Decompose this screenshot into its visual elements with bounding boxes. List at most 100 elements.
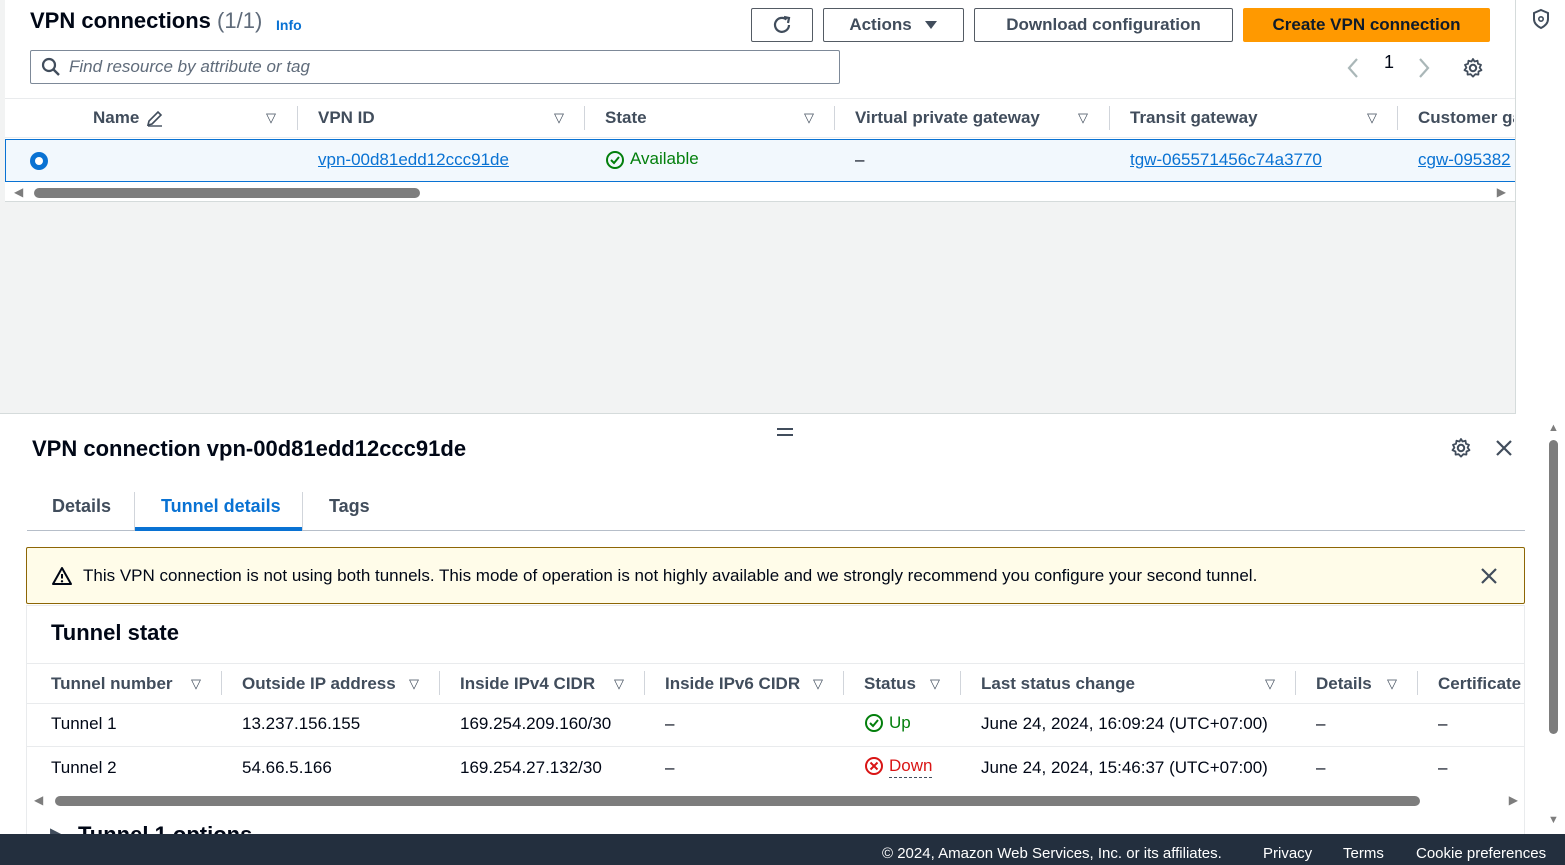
column-header-virtual-private-gateway[interactable]: Virtual private gateway xyxy=(855,108,1040,128)
refresh-icon xyxy=(773,15,791,33)
warning-icon xyxy=(52,567,72,585)
tab-tags[interactable]: Tags xyxy=(329,496,370,517)
column-header-transit-gateway[interactable]: Transit gateway xyxy=(1130,108,1258,128)
column-divider[interactable] xyxy=(584,106,585,130)
scroll-left-icon[interactable]: ◀ xyxy=(14,185,23,199)
scroll-left-icon[interactable]: ◀ xyxy=(34,793,43,807)
scrollbar-thumb[interactable] xyxy=(55,796,1420,806)
panel-settings-gear-icon[interactable] xyxy=(1450,437,1472,459)
state-value: Available xyxy=(630,149,699,168)
detail-panel-title: VPN connection vpn-00d81edd12ccc91de xyxy=(32,436,467,461)
sort-icon[interactable]: ▽ xyxy=(813,676,823,692)
tab-tunnel-details[interactable]: Tunnel details xyxy=(161,496,281,517)
sort-icon[interactable]: ▽ xyxy=(191,676,201,692)
sort-icon[interactable]: ▽ xyxy=(930,676,940,692)
previous-page-icon[interactable] xyxy=(1346,57,1360,79)
scrollbar-thumb[interactable] xyxy=(1549,440,1558,734)
sort-icon[interactable]: ▽ xyxy=(1265,676,1275,692)
tunnel-certificate: – xyxy=(1438,714,1448,733)
column-header-vpn-id[interactable]: VPN ID xyxy=(318,108,375,128)
selection-count: (1/1) xyxy=(217,8,263,33)
column-header-state[interactable]: State xyxy=(605,108,647,128)
page-vertical-scrollbar[interactable]: ▲ ▼ xyxy=(1546,422,1562,832)
sort-icon[interactable]: ▽ xyxy=(804,110,814,126)
inside-ipv4-cidr: 169.254.27.132/30 xyxy=(460,758,602,777)
tunnel-number: Tunnel 1 xyxy=(51,714,117,733)
column-header-tunnel-number[interactable]: Tunnel number xyxy=(51,674,173,694)
column-divider[interactable] xyxy=(843,671,844,695)
actions-label: Actions xyxy=(849,15,912,34)
copyright-text: © 2024, Amazon Web Services, Inc. or its… xyxy=(882,845,1222,862)
tab-divider xyxy=(134,492,135,530)
status-up-icon xyxy=(865,714,883,732)
column-divider[interactable] xyxy=(221,671,222,695)
column-header-details[interactable]: Details xyxy=(1316,674,1372,694)
actions-button[interactable]: Actions xyxy=(823,8,964,42)
sort-icon[interactable]: ▽ xyxy=(1078,110,1088,126)
column-divider[interactable] xyxy=(960,671,961,695)
scroll-up-icon[interactable]: ▲ xyxy=(1548,422,1559,434)
tunnel-details: – xyxy=(1316,758,1326,777)
column-divider[interactable] xyxy=(1397,106,1398,130)
dismiss-alert-icon[interactable] xyxy=(1480,567,1498,585)
scrollbar-thumb[interactable] xyxy=(34,188,420,198)
expand-caret-icon[interactable]: ▶ xyxy=(50,824,64,834)
last-status-change: June 24, 2024, 16:09:24 (UTC+07:00) xyxy=(981,714,1268,733)
sort-icon[interactable]: ▽ xyxy=(409,676,419,692)
column-header-inside-ipv4[interactable]: Inside IPv4 CIDR xyxy=(460,674,595,694)
shield-icon[interactable] xyxy=(1531,8,1551,30)
status-down-icon xyxy=(865,757,883,775)
cookie-preferences-link[interactable]: Cookie preferences xyxy=(1416,845,1546,862)
sort-icon[interactable]: ▽ xyxy=(266,110,276,126)
tunnel-options-heading[interactable]: Tunnel 1 options xyxy=(78,822,252,834)
column-divider[interactable] xyxy=(439,671,440,695)
table-horizontal-scrollbar[interactable]: ◀ ▶ xyxy=(10,183,1510,201)
tunnel-status-popover[interactable]: Down xyxy=(889,756,933,778)
sort-icon[interactable]: ▽ xyxy=(554,110,564,126)
column-divider[interactable] xyxy=(297,106,298,130)
download-configuration-button[interactable]: Download configuration xyxy=(974,8,1233,42)
terms-link[interactable]: Terms xyxy=(1343,845,1384,862)
tunnel-details: – xyxy=(1316,714,1326,733)
cgw-link[interactable]: cgw-095382 xyxy=(1418,150,1514,170)
sort-icon[interactable]: ▽ xyxy=(614,676,624,692)
scroll-right-icon[interactable]: ▶ xyxy=(1509,793,1518,807)
column-divider[interactable] xyxy=(1417,671,1418,695)
sort-icon[interactable]: ▽ xyxy=(1367,110,1377,126)
status-success-icon xyxy=(606,151,624,169)
split-panel-resize-handle[interactable] xyxy=(776,418,794,444)
row-radio-selected[interactable] xyxy=(30,152,48,170)
column-divider[interactable] xyxy=(1109,106,1110,130)
refresh-button[interactable] xyxy=(751,8,813,42)
column-header-outside-ip[interactable]: Outside IP address xyxy=(242,674,396,694)
tab-details[interactable]: Details xyxy=(52,496,111,517)
last-status-change: June 24, 2024, 15:46:37 (UTC+07:00) xyxy=(981,758,1268,777)
info-link[interactable]: Info xyxy=(276,17,302,33)
column-header-inside-ipv6[interactable]: Inside IPv6 CIDR xyxy=(665,674,800,694)
scroll-down-icon[interactable]: ▼ xyxy=(1548,814,1559,826)
table-header-row xyxy=(5,98,1515,138)
column-divider[interactable] xyxy=(1295,671,1296,695)
sort-icon[interactable]: ▽ xyxy=(1387,676,1397,692)
vpn-id-link[interactable]: vpn-00d81edd12ccc91de xyxy=(318,150,509,170)
tgw-link[interactable]: tgw-065571456c74a3770 xyxy=(1130,150,1322,170)
column-header-customer-gateway[interactable]: Customer ga xyxy=(1418,108,1514,128)
column-divider[interactable] xyxy=(834,106,835,130)
preferences-gear-icon[interactable] xyxy=(1462,57,1484,79)
tunnel-state-heading: Tunnel state xyxy=(51,620,179,645)
inside-ipv4-cidr: 169.254.209.160/30 xyxy=(460,714,612,733)
column-header-certificate[interactable]: Certificate xyxy=(1438,674,1524,694)
tunnel-table-horizontal-scrollbar[interactable]: ◀ ▶ xyxy=(32,791,1520,809)
column-header-status[interactable]: Status xyxy=(864,674,916,694)
column-header-name[interactable]: Name xyxy=(93,108,139,128)
page-number[interactable]: 1 xyxy=(1384,52,1394,73)
search-field[interactable]: Find resource by attribute or tag xyxy=(30,50,840,84)
inside-ipv6-cidr: – xyxy=(665,758,675,777)
privacy-link[interactable]: Privacy xyxy=(1263,845,1312,862)
create-vpn-connection-button[interactable]: Create VPN connection xyxy=(1243,8,1490,42)
column-header-last-status-change[interactable]: Last status change xyxy=(981,674,1135,694)
scroll-right-icon[interactable]: ▶ xyxy=(1497,185,1506,199)
next-page-icon[interactable] xyxy=(1417,57,1431,79)
close-panel-icon[interactable] xyxy=(1495,439,1513,457)
column-divider[interactable] xyxy=(644,671,645,695)
